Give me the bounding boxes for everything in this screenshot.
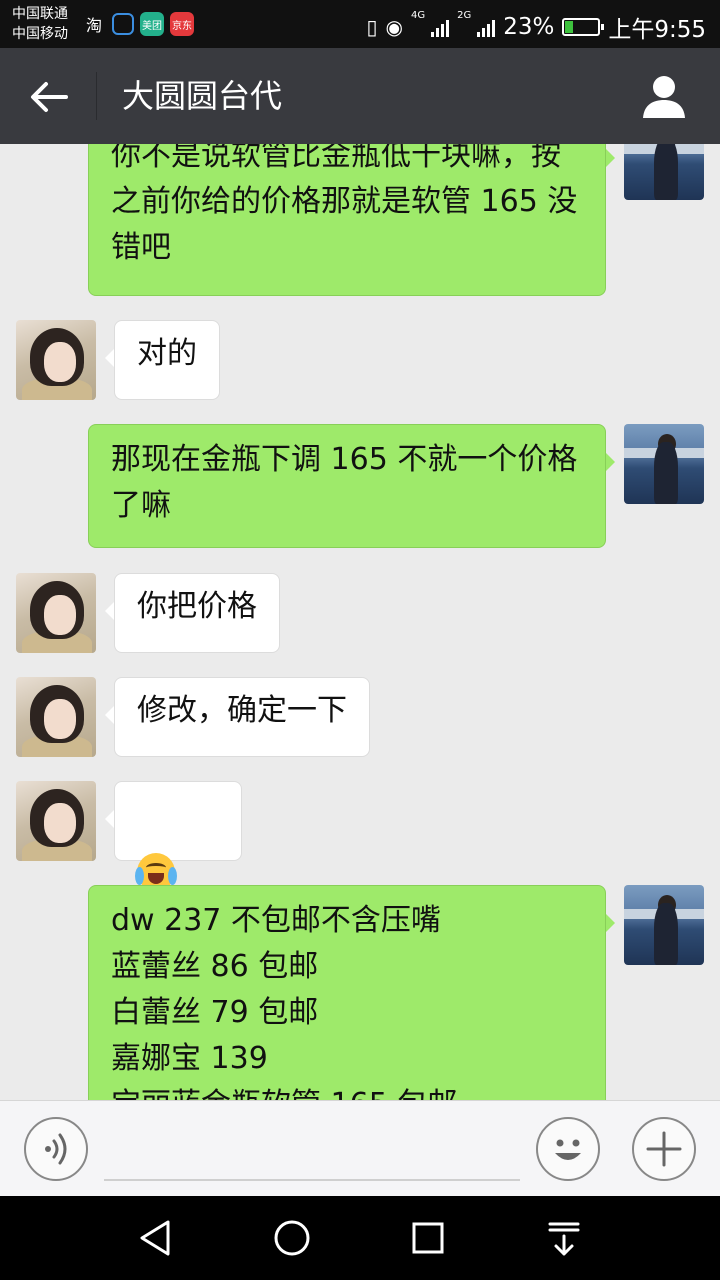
network-type-1: 4G <box>410 10 426 21</box>
carrier-1: 中国联通 <box>12 6 68 22</box>
input-bar <box>0 1100 720 1196</box>
person-icon[interactable] <box>640 72 688 120</box>
message-bubble[interactable]: 那现在金瓶下调 165 不就一个价格 了嘛 <box>88 424 615 548</box>
chat-header: 大圆圆台代 <box>0 48 720 144</box>
jingdong-icon: 京东 <box>170 12 194 36</box>
avatar-contact[interactable] <box>16 781 96 861</box>
taobao-icon: 淘 <box>85 16 102 35</box>
carrier-2: 中国移动 <box>12 26 68 42</box>
meituan-icon: 美团 <box>140 12 164 36</box>
message-bubble[interactable]: 你不是说软管比金瓶低十块嘛，按 之前你给的价格那就是软管 165 没 错吧 <box>88 144 615 296</box>
network-type-2: 2G <box>457 10 472 21</box>
voice-button[interactable] <box>24 1117 88 1181</box>
voice-icon <box>45 1133 67 1165</box>
system-navigation-bar <box>0 1196 720 1280</box>
back-arrow-icon[interactable] <box>26 74 72 120</box>
avatar-self[interactable] <box>624 885 704 965</box>
clock: 上午9:55 <box>608 17 706 43</box>
notification-icons: 淘 美团 京东 <box>82 12 194 36</box>
signal-2-icon <box>477 17 496 37</box>
message-bubble[interactable] <box>105 781 242 937</box>
message-input[interactable] <box>104 1121 520 1181</box>
smiley-icon <box>555 1139 581 1160</box>
avatar-self[interactable] <box>624 144 704 200</box>
chat-messages[interactable]: 你不是说软管比金瓶低十块嘛，按 之前你给的价格那就是软管 165 没 错吧 对的… <box>0 144 720 1100</box>
vibrate-icon: ▯ <box>366 15 378 39</box>
notification-down-icon[interactable] <box>542 1216 586 1260</box>
plus-icon <box>646 1131 682 1167</box>
back-triangle-icon[interactable] <box>134 1216 178 1260</box>
mail-icon <box>112 13 134 35</box>
header-divider <box>96 72 97 120</box>
signal-1-icon <box>431 17 450 37</box>
message-bubble[interactable]: 你把价格 <box>105 573 280 653</box>
recents-square-icon[interactable] <box>406 1216 450 1260</box>
avatar-self[interactable] <box>624 424 704 504</box>
message-bubble[interactable]: 修改，确定一下 <box>105 677 370 757</box>
eye-icon: ◉ <box>385 15 403 39</box>
status-bar: 中国联通 中国移动 淘 美团 京东 ▯ ◉ 4G 2G 23% 上午9:55 <box>0 0 720 48</box>
avatar-contact[interactable] <box>16 320 96 400</box>
avatar-contact[interactable] <box>16 573 96 653</box>
home-circle-icon[interactable] <box>270 1216 314 1260</box>
chat-title: 大圆圆台代 <box>122 77 283 115</box>
message-bubble[interactable]: 对的 <box>105 320 220 400</box>
status-indicators: ▯ ◉ 4G 2G 23% 上午9:55 <box>367 10 707 44</box>
message-bubble[interactable]: dw 237 不包邮不含压嘴 蓝蕾丝 86 包邮 白蕾丝 79 包邮 嘉娜宝 1… <box>88 885 615 1100</box>
carrier-info: 中国联通 中国移动 <box>12 4 68 44</box>
more-button[interactable] <box>632 1117 696 1181</box>
emoji-button[interactable] <box>536 1117 600 1181</box>
battery-percent: 23% <box>503 14 555 40</box>
avatar-contact[interactable] <box>16 677 96 757</box>
battery-icon <box>562 18 605 36</box>
